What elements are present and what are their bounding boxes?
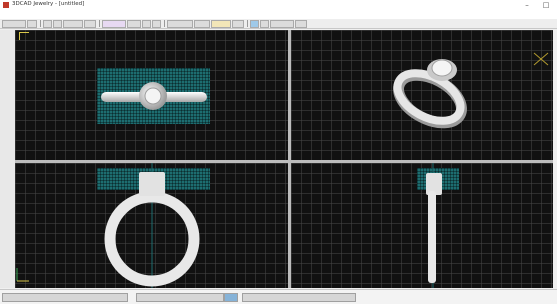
window-title: 3DCAD Jewelry - [untitled] — [12, 1, 85, 7]
ring-perspective-model — [393, 52, 549, 129]
toolbar-separator — [40, 20, 41, 27]
status-field — [242, 293, 356, 302]
toolbar-separator — [164, 20, 165, 27]
toolbar-button[interactable] — [211, 19, 231, 28]
viewport-splitter-horizontal[interactable] — [15, 160, 553, 163]
status-bar — [0, 289, 557, 304]
ring-band — [428, 191, 436, 283]
perspective-view[interactable] — [291, 30, 553, 160]
ring-top-view-model — [19, 32, 207, 110]
toolbar-button[interactable] — [295, 19, 307, 28]
ring-stone — [431, 59, 453, 77]
toolbar-button[interactable] — [43, 19, 52, 28]
toolbar-button[interactable] — [152, 19, 161, 28]
title-bar: 3DCAD Jewelry - [untitled] – □ — [0, 0, 557, 10]
toolbar-separator — [99, 20, 100, 27]
status-field — [2, 293, 128, 302]
front-view[interactable] — [15, 163, 288, 288]
menu-bar — [0, 10, 557, 19]
toolbar-button[interactable] — [127, 19, 141, 28]
toolbar-button[interactable] — [102, 19, 126, 28]
axis-marker — [19, 32, 29, 33]
toolbar-button[interactable] — [53, 19, 62, 28]
toolbar-button[interactable] — [167, 19, 193, 28]
toolbar-button[interactable] — [232, 19, 244, 28]
ring-setting — [139, 172, 165, 196]
toolbar-button[interactable] — [250, 19, 259, 28]
toolbar-separator — [247, 20, 248, 27]
status-indicator — [224, 293, 238, 302]
toolbar-button[interactable] — [260, 19, 269, 28]
axis-marker — [19, 32, 20, 40]
app-icon — [3, 2, 9, 8]
toolbar-button[interactable] — [2, 19, 26, 28]
toolbar-button[interactable] — [84, 19, 96, 28]
toolbar — [0, 19, 557, 29]
ring-side-view-model — [426, 163, 442, 288]
side-view[interactable] — [291, 163, 553, 288]
status-field — [136, 293, 224, 302]
toolbar-button[interactable] — [194, 19, 210, 28]
toolbar-button[interactable] — [142, 19, 151, 28]
toolbar-button[interactable] — [27, 19, 37, 28]
viewport-area — [15, 30, 553, 288]
maximize-button[interactable]: □ — [538, 0, 554, 10]
toolbar-button[interactable] — [270, 19, 294, 28]
viewport-splitter-vertical[interactable] — [288, 30, 291, 288]
top-view[interactable] — [15, 30, 288, 160]
ring-front-view-model — [16, 163, 200, 288]
toolbar-button[interactable] — [63, 19, 83, 28]
ring-stone — [144, 87, 162, 105]
minimize-button[interactable]: – — [519, 0, 535, 10]
left-tool-strip — [0, 30, 15, 288]
